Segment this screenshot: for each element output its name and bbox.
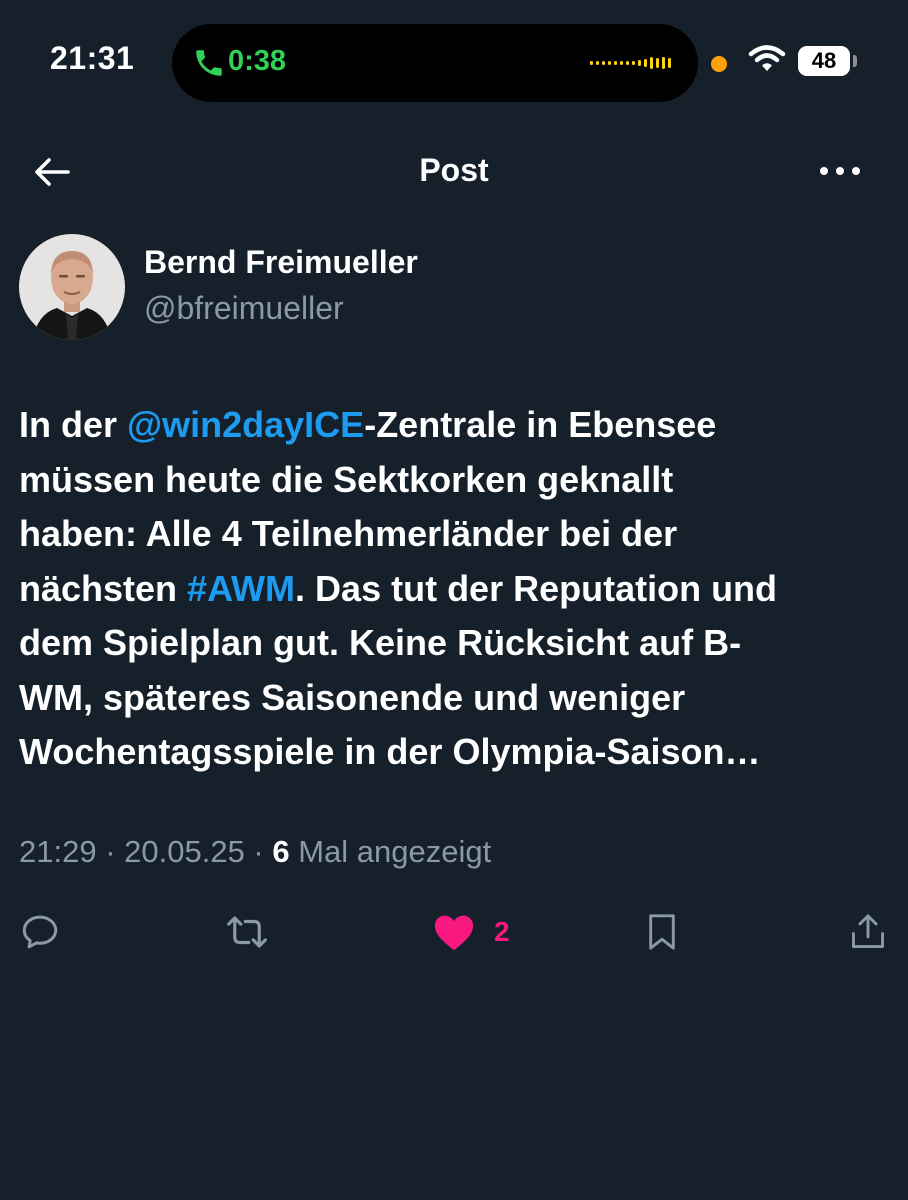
heart-filled-icon	[434, 915, 474, 951]
tweet-text: In der @win2dayICE-Zentrale in Ebensee m…	[19, 398, 899, 780]
tweet-line: nächsten #AWM. Das tut der Reputation un…	[19, 562, 899, 617]
share-icon	[852, 914, 884, 948]
phone-icon	[196, 50, 222, 76]
like-button[interactable]: 2	[432, 910, 510, 954]
tweet-line: Wochentagsspiele in der Olympia-Saison…	[19, 725, 899, 780]
tweet-line: haben: Alle 4 Teilnehmerländer bei der	[19, 507, 899, 562]
views-label[interactable]: Mal angezeigt	[290, 834, 491, 869]
avatar[interactable]	[19, 234, 125, 340]
tweet-text-segment: In der	[19, 404, 128, 445]
author-handle[interactable]: @bfreimueller	[144, 290, 344, 327]
tweet-text-segment: müssen heute die Sektkorken geknallt	[19, 458, 674, 500]
mention-link[interactable]: @win2dayICE	[127, 404, 364, 445]
views-count[interactable]: 6	[272, 834, 289, 869]
tweet-text-segment: . Das tut der Reputation und	[295, 567, 778, 609]
reply-button[interactable]	[19, 910, 61, 954]
tweet-line: müssen heute die Sektkorken geknallt	[19, 453, 899, 508]
waveform-icon	[590, 57, 671, 69]
share-button[interactable]	[848, 910, 888, 954]
ellipsis-icon[interactable]	[816, 156, 864, 186]
bookmark-icon	[649, 914, 675, 950]
author-name[interactable]: Bernd Freimueller	[144, 244, 418, 281]
tweet-text-segment: WM, späteres Saisonende und weniger	[19, 676, 686, 718]
tweet-meta: 21:29 · 20.05.25 · 6 Mal angezeigt	[19, 834, 491, 870]
meta-separator: ·	[96, 834, 125, 869]
dynamic-island-call[interactable]: 0:38	[172, 24, 698, 102]
tweet-line: dem Spielplan gut. Keine Rücksicht auf B…	[19, 616, 899, 671]
battery-icon: 48	[798, 46, 850, 76]
tweet-text-segment: dem Spielplan gut. Keine Rücksicht auf B…	[19, 622, 742, 663]
tweet-text-segment: nächsten	[19, 567, 188, 609]
tweet-text-segment: Wochentagsspiele in der Olympia-Saison…	[19, 731, 761, 772]
like-count: 2	[494, 916, 510, 947]
tweet-text-segment: -Zentrale in Ebensee	[364, 404, 717, 445]
repost-icon	[227, 916, 267, 948]
repost-button[interactable]	[224, 910, 270, 954]
tweet-text-segment: haben: Alle 4 Teilnehmerländer bei der	[19, 513, 678, 554]
bookmark-button[interactable]	[642, 910, 682, 954]
wifi-icon	[748, 45, 786, 71]
page-title: Post	[419, 152, 489, 188]
tweet-line: WM, späteres Saisonende und weniger	[19, 671, 899, 726]
recording-indicator	[711, 56, 727, 72]
tweet-line: In der @win2dayICE-Zentrale in Ebensee	[19, 398, 899, 453]
reply-icon	[22, 915, 58, 949]
post-detail-screen: 21:31 0:38 48 Post Bernd Freimueller @bf…	[0, 0, 908, 1200]
call-duration: 0:38	[228, 45, 287, 77]
hashtag-link[interactable]: #AWM	[187, 568, 295, 609]
tweet-date[interactable]: 20.05.25	[124, 834, 245, 869]
battery-tip	[853, 55, 857, 67]
meta-separator: ·	[244, 834, 273, 869]
tweet-time[interactable]: 21:29	[19, 834, 97, 869]
status-time: 21:31	[50, 40, 135, 76]
